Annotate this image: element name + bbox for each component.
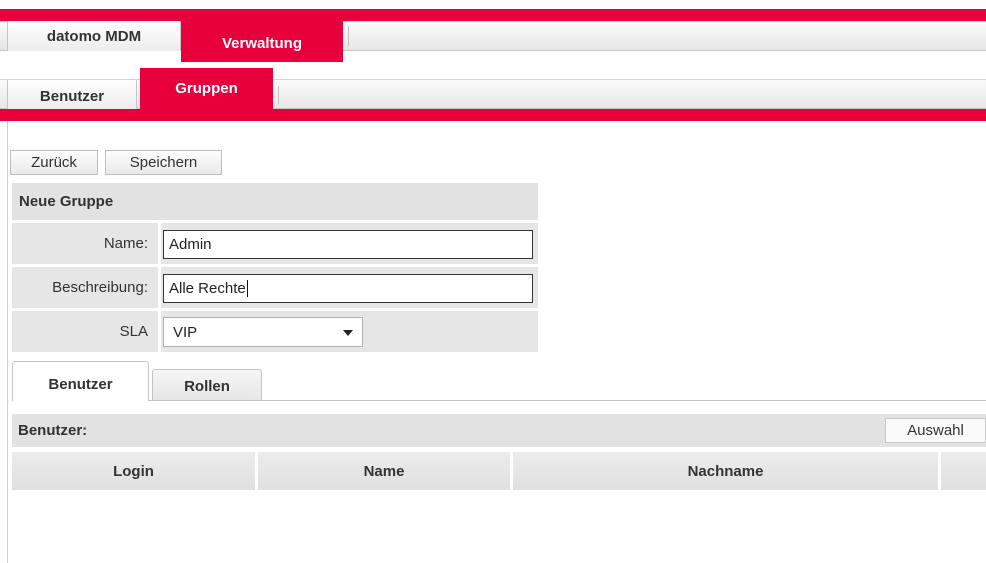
column-header-name[interactable]: Name xyxy=(258,452,510,490)
users-section-title: Benutzer: xyxy=(12,414,986,447)
description-label: Beschreibung: xyxy=(12,267,158,308)
form-title: Neue Gruppe xyxy=(12,183,538,220)
menu-separator xyxy=(348,26,349,46)
detail-tabs-baseline xyxy=(12,400,986,401)
sla-label: SLA xyxy=(12,311,158,352)
save-button[interactable]: Speichern xyxy=(105,150,222,175)
tab-verwaltung[interactable]: Verwaltung xyxy=(181,21,343,62)
top-red-stripe xyxy=(0,9,986,21)
sub-red-band xyxy=(0,109,986,121)
app-title-tab[interactable]: datomo MDM xyxy=(7,21,181,51)
chevron-down-icon xyxy=(343,330,353,336)
tab-benutzer[interactable]: Benutzer xyxy=(7,80,137,109)
detail-tab-rollen[interactable]: Rollen xyxy=(152,369,262,400)
text-cursor xyxy=(246,280,248,297)
left-frame-border xyxy=(7,121,8,563)
sla-select[interactable]: VIP xyxy=(163,317,363,347)
description-value: Alle Rechte xyxy=(169,280,246,297)
name-field[interactable]: Admin xyxy=(163,230,533,259)
column-header-login[interactable]: Login xyxy=(12,452,255,490)
sla-selected-value: VIP xyxy=(173,323,198,341)
detail-tab-benutzer[interactable]: Benutzer xyxy=(12,361,149,401)
description-field[interactable]: Alle Rechte xyxy=(163,274,533,303)
column-header-nachname[interactable]: Nachname xyxy=(513,452,938,490)
name-label: Name: xyxy=(12,223,158,264)
select-button[interactable]: Auswahl xyxy=(885,418,986,443)
column-header-extra[interactable] xyxy=(941,452,986,490)
submenu-separator xyxy=(278,86,279,104)
back-button[interactable]: Zurück xyxy=(10,150,98,175)
tab-gruppen[interactable]: Gruppen xyxy=(140,68,273,109)
